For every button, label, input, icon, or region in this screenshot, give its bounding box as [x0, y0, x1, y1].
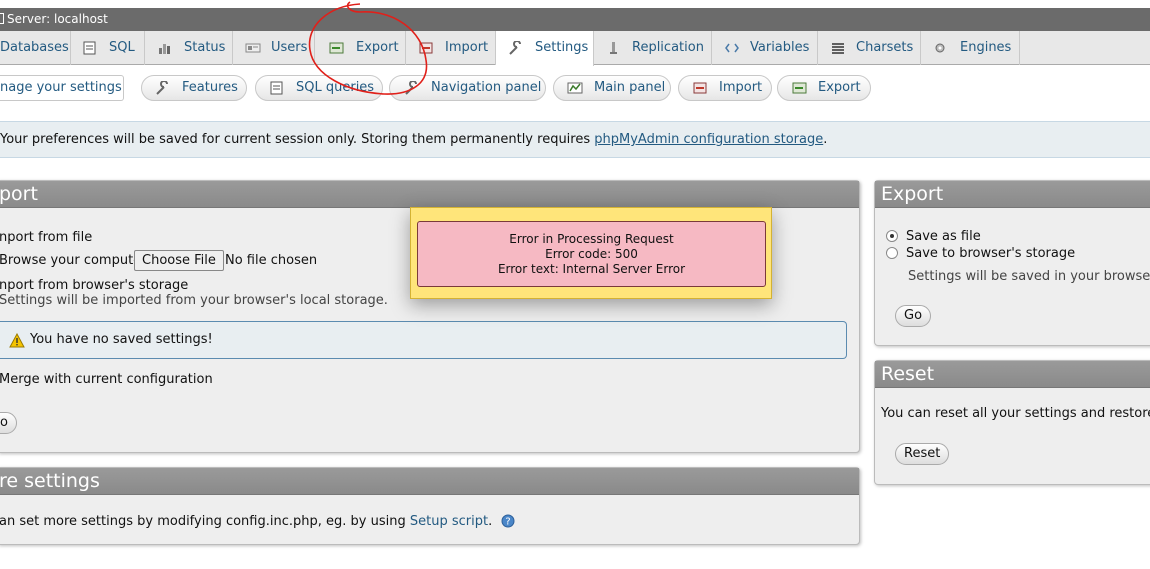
svg-text:?: ? [506, 517, 511, 528]
save-to-storage-label: Save to browser's storage [906, 246, 1076, 261]
warning-text: You have no saved settings! [30, 332, 213, 347]
export-storage-note: Settings will be saved in your browser's… [908, 269, 1150, 284]
notice-text: Your preferences will be saved for curre… [0, 132, 595, 147]
export-panel: Export Save as file Save to browser's st… [874, 180, 1150, 346]
reset-button[interactable]: Reset [895, 443, 950, 465]
settings-subtabs: nage your settings Features SQL queries … [0, 65, 1150, 115]
server-icon [0, 13, 4, 24]
config-storage-link[interactable]: phpMyAdmin configuration storage [594, 132, 823, 147]
wrench-icon [509, 41, 521, 55]
more-settings-panel: re settings an set more settings by modi… [0, 467, 860, 545]
error-message-box: Error in Processing Request Error code: … [417, 221, 766, 287]
reset-panel: Reset You can reset all your settings an… [874, 360, 1150, 485]
save-as-file-label: Save as file [906, 229, 981, 244]
save-as-file-radio[interactable] [886, 230, 898, 242]
more-settings-suffix: . [488, 514, 493, 529]
browse-label: Browse your computer: [0, 253, 151, 268]
subtab-export[interactable]: Export [777, 75, 871, 101]
subtab-manage-settings[interactable]: nage your settings [0, 75, 124, 101]
choose-file-button[interactable]: Choose File [134, 250, 224, 271]
main-tabs: Databases SQL Status Users Export Import… [0, 31, 1150, 66]
tab-sql[interactable]: SQL [71, 31, 145, 65]
import-from-file-option[interactable]: nport from file [0, 230, 92, 245]
error-dialog: Error in Processing Request Error code: … [410, 207, 772, 299]
main-panel-icon [567, 82, 583, 94]
tab-label: Engines [960, 40, 1012, 55]
more-settings-title: re settings [0, 468, 859, 495]
import-from-storage-option[interactable]: nport from browser's storage [0, 278, 188, 293]
storage-note: Settings will be imported from your brow… [0, 293, 388, 308]
tab-label: Status [184, 40, 226, 55]
notice-suffix: . [823, 132, 828, 147]
subtab-label: Navigation panel [431, 80, 542, 95]
tab-settings[interactable]: Settings [496, 31, 594, 66]
sql-icon [83, 41, 96, 55]
subtab-import[interactable]: Import [678, 75, 772, 101]
storage-notice: Your preferences will be saved for curre… [0, 121, 1150, 158]
tab-label: Settings [535, 40, 589, 55]
warning-icon [9, 333, 25, 348]
variables-icon [725, 43, 739, 53]
more-settings-text: an set more settings by modifying config… [0, 514, 515, 529]
error-text: Error text: Internal Server Error [497, 262, 686, 276]
server-breadcrumb: Server: localhost [0, 8, 1150, 31]
subtab-label: Export [818, 80, 861, 95]
subtab-label: Features [182, 80, 238, 95]
subtab-label: Main panel [594, 80, 666, 95]
error-title: Error in Processing Request [509, 232, 674, 246]
save-to-storage-radio[interactable] [886, 247, 898, 259]
panel-title-text: port [0, 183, 38, 205]
subtab-main-panel[interactable]: Main panel [553, 75, 671, 101]
annotation-circle [308, 1, 428, 95]
more-settings-desc: an set more settings by modifying config… [0, 514, 410, 529]
status-icon [159, 44, 170, 54]
reset-panel-title: Reset [875, 361, 1150, 388]
panel-title-text: Reset [881, 363, 935, 385]
no-file-chosen-text: No file chosen [225, 253, 318, 268]
tab-replication[interactable]: Replication [594, 31, 712, 65]
sql-icon [270, 81, 283, 95]
export-panel-title: Export [875, 181, 1150, 208]
export-go-button[interactable]: Go [895, 305, 932, 327]
tab-label: Databases [0, 40, 69, 55]
tab-label: SQL [109, 40, 135, 55]
server-title[interactable]: Server: localhost [7, 12, 108, 26]
reset-description: You can reset all your settings and rest… [881, 406, 1150, 421]
import-icon [693, 82, 707, 94]
tab-engines[interactable]: Engines [921, 31, 1020, 65]
export-icon [792, 82, 807, 94]
import-panel-title: port [0, 181, 859, 208]
subtab-features[interactable]: Features [141, 75, 247, 101]
subtab-label: Import [719, 80, 763, 95]
users-icon [245, 43, 261, 53]
tab-variables[interactable]: Variables [712, 31, 818, 65]
tab-label: Import [445, 40, 489, 55]
engines-icon [935, 43, 945, 53]
no-saved-settings-warning: You have no saved settings! [0, 321, 847, 359]
tab-label: Charsets [856, 40, 914, 55]
wrench-icon [156, 81, 168, 95]
merge-config-checkbox[interactable]: Merge with current configuration [0, 372, 213, 387]
tab-label: Variables [750, 40, 810, 55]
subtab-label: nage your settings [0, 80, 122, 95]
tab-label: Replication [632, 40, 704, 55]
error-code: Error code: 500 [545, 247, 638, 261]
replication-icon [610, 42, 617, 54]
tab-charsets[interactable]: Charsets [818, 31, 921, 65]
charsets-icon [832, 43, 844, 54]
tab-databases[interactable]: Databases [0, 31, 71, 65]
panel-title-text: re settings [0, 470, 100, 492]
help-icon[interactable]: ? [501, 514, 515, 528]
tab-status[interactable]: Status [145, 31, 233, 65]
import-go-button[interactable]: o [0, 412, 17, 434]
setup-script-link[interactable]: Setup script [410, 514, 488, 529]
panel-title-text: Export [881, 183, 944, 205]
